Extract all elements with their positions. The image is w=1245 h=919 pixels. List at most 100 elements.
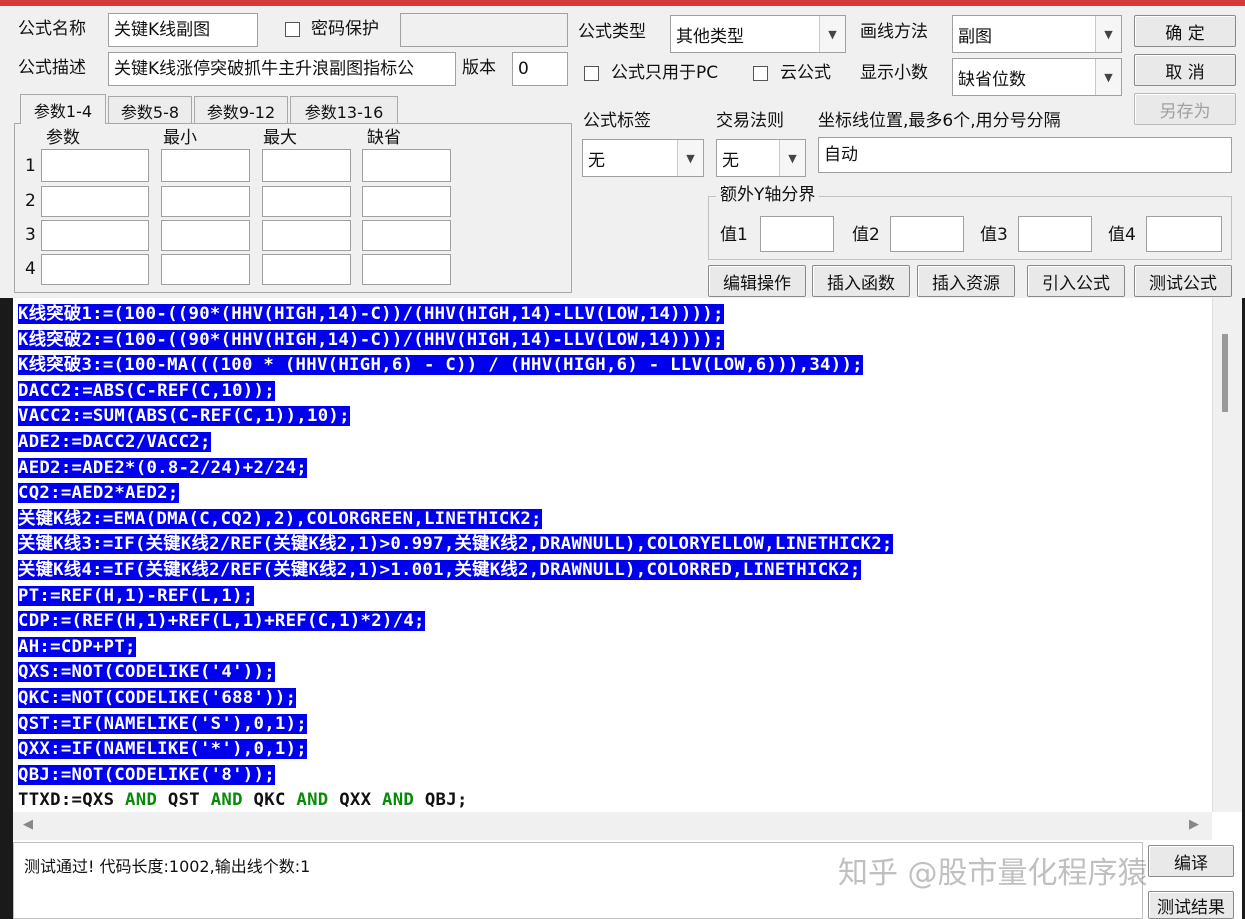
- param-2-max-input[interactable]: [262, 186, 351, 217]
- scroll-left-arrow-icon[interactable]: ◀: [23, 817, 33, 832]
- code-editor[interactable]: K线突破1:=(100-((90*(HHV(HIGH,14)-C))/(HHV(…: [13, 298, 1212, 812]
- insert-function-button[interactable]: 插入函数: [812, 265, 910, 297]
- param-row-number: 3: [25, 225, 36, 245]
- status-text: 测试通过! 代码长度:1002,输出线个数:1: [24, 857, 311, 876]
- insert-resource-button[interactable]: 插入资源: [917, 265, 1015, 297]
- save-as-button[interactable]: 另存为: [1134, 93, 1236, 125]
- code-line[interactable]: QXS:=NOT(CODELIKE('4'));: [18, 660, 275, 686]
- formula-type-label: 公式类型: [578, 22, 646, 42]
- trade-rule-label: 交易法则: [716, 111, 784, 131]
- formula-type-select[interactable]: 其他类型 ▼: [670, 15, 846, 53]
- edit-operations-button[interactable]: 编辑操作: [708, 265, 806, 297]
- coord-line-input[interactable]: 自动: [818, 137, 1232, 173]
- param-3-max-input[interactable]: [262, 220, 351, 251]
- code-line[interactable]: AH:=CDP+PT;: [18, 635, 136, 661]
- code-line[interactable]: TTXD:=QXS AND QST AND QKC AND QXX AND QB…: [18, 788, 468, 812]
- code-line-text: CQ2:=AED2*AED2;: [18, 483, 179, 504]
- version-input[interactable]: 0: [512, 52, 568, 86]
- chevron-down-icon: ▼: [819, 16, 845, 52]
- import-formula-button[interactable]: 引入公式: [1027, 265, 1125, 297]
- code-line[interactable]: DACC2:=ABS(C-REF(C,10));: [18, 379, 275, 405]
- param-1-max-input[interactable]: [262, 149, 351, 182]
- param-4-name-input[interactable]: [41, 254, 149, 285]
- value-4-input[interactable]: [1146, 216, 1222, 252]
- decimals-select[interactable]: 缺省位数 ▼: [952, 58, 1122, 96]
- code-line[interactable]: AED2:=ADE2*(0.8-2/24)+2/24;: [18, 456, 308, 482]
- param-row-number: 4: [25, 259, 36, 279]
- code-line-text: QXS:=NOT(CODELIKE('4'));: [18, 662, 275, 683]
- value-3-input[interactable]: [1018, 216, 1092, 252]
- ok-button[interactable]: 确 定: [1134, 15, 1236, 47]
- code-line[interactable]: K线突破2:=(100-((90*(HHV(HIGH,14)-C))/(HHV(…: [18, 328, 724, 354]
- code-line[interactable]: QXX:=IF(NAMELIKE('*'),0,1);: [18, 737, 308, 763]
- code-keyword: AND: [210, 790, 243, 811]
- code-line[interactable]: PT:=REF(H,1)-REF(L,1);: [18, 584, 254, 610]
- code-line[interactable]: 关键K线4:=IF(关键K线2/REF(关键K线2,1)>1.001,关键K线2…: [18, 558, 861, 584]
- param-1-name-input[interactable]: [41, 149, 149, 182]
- code-line[interactable]: 关键K线2:=EMA(DMA(C,CQ2),2),COLORGREEN,LINE…: [18, 507, 542, 533]
- draw-method-select[interactable]: 副图 ▼: [952, 15, 1122, 53]
- code-line-text: 关键K线2:=EMA(DMA(C,CQ2),2),COLORGREEN,LINE…: [18, 508, 542, 529]
- password-checkbox[interactable]: [285, 22, 300, 37]
- code-keyword: AND: [296, 790, 329, 811]
- param-3-min-input[interactable]: [161, 220, 250, 251]
- horizontal-scrollbar[interactable]: ◀ ▶: [13, 812, 1212, 840]
- formula-tag-select[interactable]: 无 ▼: [582, 139, 704, 177]
- code-line[interactable]: K线突破3:=(100-MA(((100 * (HHV(HIGH,6) - C)…: [18, 353, 863, 379]
- code-line-text: QBJ:=NOT(CODELIKE('8'));: [18, 764, 275, 785]
- formula-desc-input[interactable]: 关键K线涨停突破抓牛主升浪副图指标公: [108, 52, 456, 86]
- test-result-button[interactable]: 测试结果: [1148, 891, 1234, 919]
- code-line-text: 关键K线4:=IF(关键K线2/REF(关键K线2,1)>1.001,关键K线2…: [18, 560, 861, 580]
- password-input[interactable]: [400, 13, 568, 47]
- code-line[interactable]: ADE2:=DACC2/VACC2;: [18, 430, 211, 456]
- code-line[interactable]: 关键K线3:=IF(关键K线2/REF(关键K线2,1)>0.997,关键K线2…: [18, 532, 893, 558]
- version-label: 版本: [462, 58, 496, 78]
- code-line[interactable]: QST:=IF(NAMELIKE('S'),0,1);: [18, 712, 308, 738]
- param-1-default-input[interactable]: [362, 149, 451, 182]
- code-line-text: QKC:=NOT(CODELIKE('688'));: [18, 688, 297, 708]
- code-line[interactable]: QBJ:=NOT(CODELIKE('8'));: [18, 763, 275, 789]
- cloud-formula-checkbox[interactable]: [753, 66, 768, 81]
- code-line[interactable]: K线突破1:=(100-((90*(HHV(HIGH,14)-C))/(HHV(…: [18, 302, 724, 328]
- param-4-default-input[interactable]: [362, 254, 451, 285]
- formula-tag-value: 无: [588, 150, 605, 171]
- code-line[interactable]: VACC2:=SUM(ABS(C-REF(C,1)),10);: [18, 404, 350, 430]
- code-line[interactable]: CDP:=(REF(H,1)+REF(L,1)+REF(C,1)*2)/4;: [18, 609, 425, 635]
- value-2-input[interactable]: [890, 216, 964, 252]
- tab-params-5-8[interactable]: 参数5-8: [108, 96, 192, 124]
- formula-name-input[interactable]: 关键K线副图: [108, 13, 258, 47]
- formula-tag-label: 公式标签: [583, 111, 651, 131]
- trade-rule-select[interactable]: 无 ▼: [716, 139, 806, 177]
- tab-params-1-4[interactable]: 参数1-4: [20, 94, 106, 124]
- value-4-label: 值4: [1108, 225, 1136, 245]
- param-2-name-input[interactable]: [41, 186, 149, 217]
- param-3-name-input[interactable]: [41, 220, 149, 251]
- coord-line-label: 坐标线位置,最多6个,用分号分隔: [818, 111, 1061, 131]
- vertical-scroll-thumb[interactable]: [1222, 334, 1228, 412]
- param-2-default-input[interactable]: [362, 186, 451, 217]
- pc-only-checkbox[interactable]: [584, 66, 599, 81]
- value-1-input[interactable]: [760, 216, 834, 252]
- compile-button[interactable]: 编译: [1148, 845, 1234, 877]
- scroll-right-arrow-icon[interactable]: ▶: [1189, 817, 1199, 832]
- param-2-min-input[interactable]: [161, 186, 250, 217]
- param-4-max-input[interactable]: [262, 254, 351, 285]
- tab-params-13-16[interactable]: 参数13-16: [290, 96, 398, 124]
- code-line-text: K线突破3:=(100-MA(((100 * (HHV(HIGH,6) - C)…: [18, 355, 863, 376]
- param-3-default-input[interactable]: [362, 220, 451, 251]
- chevron-down-icon: ▼: [1095, 16, 1121, 52]
- param-1-min-input[interactable]: [161, 149, 250, 182]
- cancel-button[interactable]: 取 消: [1134, 54, 1236, 86]
- code-line[interactable]: CQ2:=AED2*AED2;: [18, 481, 179, 507]
- code-keyword: AND: [125, 790, 158, 811]
- decimals-label: 显示小数: [860, 63, 928, 83]
- formula-name-label: 公式名称: [18, 19, 86, 39]
- test-formula-button[interactable]: 测试公式: [1134, 265, 1232, 297]
- tab-params-9-12[interactable]: 参数9-12: [194, 96, 288, 124]
- code-line[interactable]: QKC:=NOT(CODELIKE('688'));: [18, 686, 297, 712]
- code-line-text: AH:=CDP+PT;: [18, 636, 136, 657]
- param-4-min-input[interactable]: [161, 254, 250, 285]
- draw-method-value: 副图: [958, 26, 992, 47]
- code-line-text: QXX:=IF(NAMELIKE('*'),0,1);: [18, 739, 308, 760]
- chevron-down-icon: ▼: [677, 140, 703, 176]
